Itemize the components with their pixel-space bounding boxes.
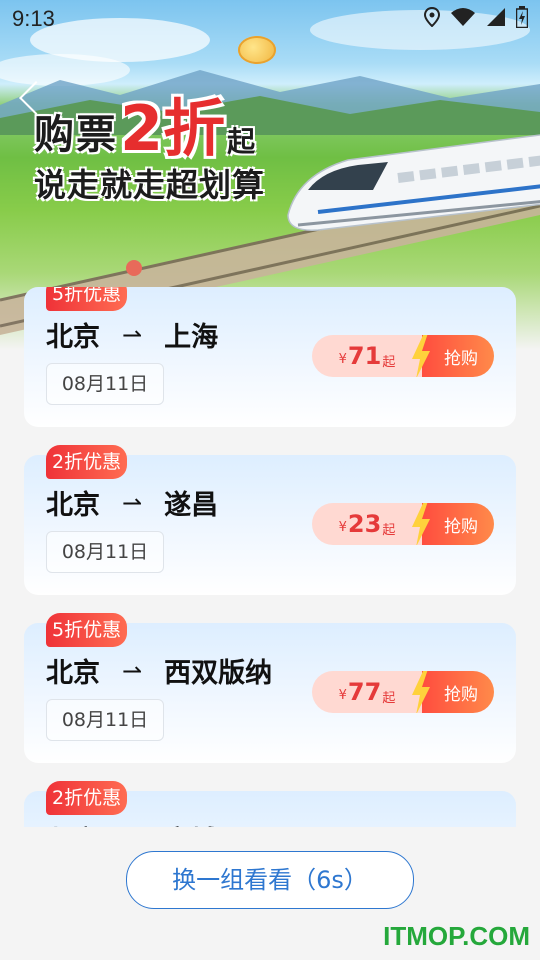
date-chip[interactable]: 08月11日 (46, 531, 164, 573)
destination-city: 遂昌 (164, 490, 219, 521)
battery-icon (516, 6, 528, 28)
buy-button[interactable]: ¥ 23 起 抢购 (312, 503, 494, 545)
discount-badge: 2折优惠 (46, 781, 128, 815)
destination-city: 西双版纳 (164, 658, 273, 689)
refresh-button[interactable]: 换一组看看（6s） (126, 851, 414, 909)
location-icon (424, 7, 440, 27)
route-arrow-icon: ⇀ (122, 488, 143, 517)
price-value: 23 (347, 510, 382, 538)
promo-discount-text: 2折 (120, 92, 226, 165)
promo-suffix-text: 起 (227, 125, 256, 158)
date-chip[interactable]: 08月11日 (46, 363, 164, 405)
origin-city: 北京 (46, 322, 100, 353)
origin-city: 北京 (46, 490, 100, 521)
price-value: 71 (347, 342, 382, 370)
currency-symbol: ¥ (338, 351, 347, 367)
currency-symbol: ¥ (338, 687, 347, 703)
coin-icon (238, 36, 276, 64)
trip-card[interactable]: 5折优惠 北京 ⇀ 西双版纳 08月11日 ¥ 77 起 抢购 (24, 613, 516, 763)
lightning-icon (412, 503, 430, 545)
buy-button[interactable]: ¥ 77 起 抢购 (312, 671, 494, 713)
price-suffix: 起 (382, 522, 396, 538)
discount-badge: 2折优惠 (46, 445, 128, 479)
status-time: 9:13 (12, 6, 55, 31)
trip-list: 5折优惠 北京 ⇀ 上海 08月11日 ¥ 71 起 抢购 2折优惠 北京 ⇀ … (24, 287, 516, 827)
price-suffix: 起 (382, 690, 396, 706)
grab-label: 抢购 (422, 671, 494, 713)
lightning-icon (412, 671, 430, 713)
buy-button[interactable]: ¥ 71 起 抢购 (312, 335, 494, 377)
route: 北京 ⇀ 西双版纳 (46, 651, 272, 690)
grab-label: 抢购 (422, 335, 494, 377)
promo-headline: 购票 2折 起 说走就走超划算 (34, 98, 265, 206)
promo-buy-text: 购票 (34, 112, 118, 158)
price-value: 77 (347, 678, 382, 706)
trip-card[interactable]: 2折优惠 北京 ⇀ 遂昌 08月11日 ¥ 23 起 抢购 (24, 445, 516, 595)
route-arrow-icon: ⇀ (122, 656, 143, 685)
price: ¥ 77 起 (312, 671, 422, 713)
trip-card[interactable]: 2折优惠 北京 ⇀ 商城 (24, 781, 516, 828)
lightning-icon (412, 335, 430, 377)
wifi-icon (451, 8, 475, 26)
price-suffix: 起 (382, 354, 396, 370)
discount-badge: 5折优惠 (46, 287, 128, 311)
route-arrow-icon: ⇀ (122, 825, 142, 828)
signal-icon (487, 8, 505, 26)
origin-city: 北京 (46, 658, 100, 689)
route: 北京 ⇀ 遂昌 (46, 483, 218, 522)
route-arrow-icon: ⇀ (122, 320, 143, 349)
price: ¥ 71 起 (312, 335, 422, 377)
promo-subtitle: 说走就走超划算 (34, 166, 266, 204)
date-chip[interactable]: 08月11日 (46, 699, 164, 741)
watermark: ITMOP.COM (383, 921, 530, 951)
origin-city: 北京 (46, 819, 100, 827)
route: 北京 ⇀ 上海 (46, 315, 218, 354)
price: ¥ 23 起 (312, 503, 422, 545)
discount-badge: 5折优惠 (46, 613, 128, 647)
route: 北京 ⇀ 商城 (46, 819, 218, 828)
grab-label: 抢购 (422, 503, 494, 545)
destination-city: 商城 (164, 819, 218, 827)
destination-city: 上海 (164, 322, 219, 353)
status-bar: 9:13 (0, 0, 540, 36)
trip-card[interactable]: 5折优惠 北京 ⇀ 上海 08月11日 ¥ 71 起 抢购 (24, 287, 516, 427)
currency-symbol: ¥ (338, 519, 347, 535)
train-illustration (287, 134, 540, 231)
